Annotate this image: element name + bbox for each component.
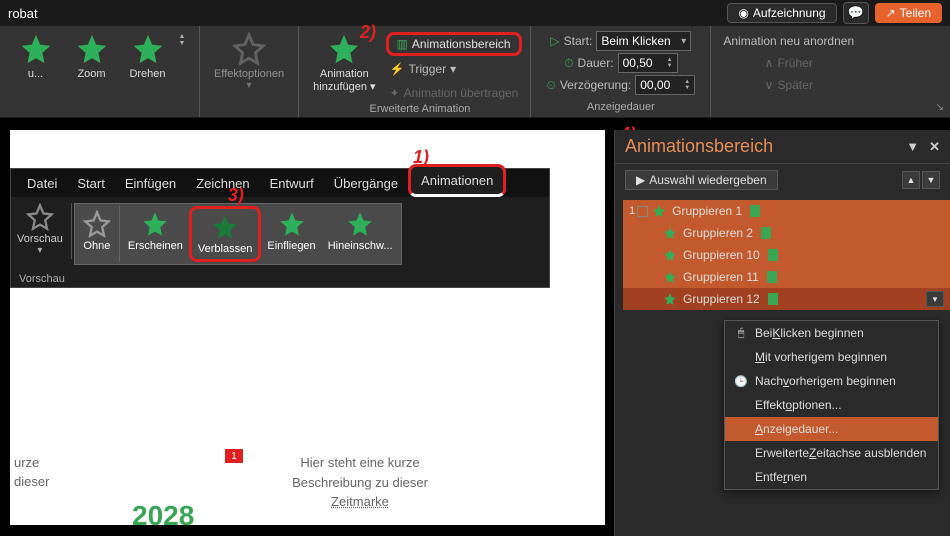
app-title-fragment: robat xyxy=(8,6,38,21)
anim-gallery-item-drehen[interactable]: Drehen xyxy=(123,30,173,82)
anim-gallery-item[interactable]: u... xyxy=(11,30,61,82)
mouse-click-icon: 🖱 xyxy=(733,327,749,340)
comment-button[interactable]: 💬 xyxy=(843,2,869,24)
slide-desc-line: Hier steht eine kurze xyxy=(300,455,419,470)
tab-start[interactable]: Start xyxy=(67,170,114,197)
ctx-effect-options[interactable]: Effektoptionen... xyxy=(725,393,938,417)
marker-3: 3) xyxy=(228,185,244,206)
tab-einfuegen[interactable]: Einfügen xyxy=(115,170,186,197)
slide-text-fragment: urze xyxy=(14,453,39,473)
marker-2: 2) xyxy=(360,22,376,43)
animation-pane-title: Animationsbereich xyxy=(625,136,773,157)
timing-bar xyxy=(750,205,760,217)
pane-close-icon[interactable]: ✕ xyxy=(929,139,940,155)
anim-list-item-selected[interactable]: Gruppieren 12 ▼ xyxy=(623,288,950,310)
pane-menu-icon[interactable]: ▼ xyxy=(906,139,919,155)
item-dropdown-icon[interactable]: ▼ xyxy=(926,291,944,307)
start-select[interactable]: Beim Klicken▾ xyxy=(596,31,691,51)
tab-animationen[interactable]: Animationen xyxy=(408,164,506,197)
move-earlier-button[interactable]: ∧Früher xyxy=(761,52,817,74)
ribbon-animations: u... Zoom Drehen ▲▼ Effektoptionen ▾ Ani… xyxy=(0,26,950,118)
tab-datei[interactable]: Datei xyxy=(17,170,67,197)
move-later-button[interactable]: ∨Später xyxy=(761,74,817,96)
effect-options-button[interactable]: Effektoptionen ▾ xyxy=(208,30,290,93)
ctx-timing[interactable]: Anzeigedauer... xyxy=(725,417,938,441)
slide-desc-line: Beschreibung zu dieser xyxy=(292,475,428,490)
anim-list-item[interactable]: Gruppieren 2 xyxy=(623,222,950,244)
delay-input[interactable]: 00,00▲▼ xyxy=(635,75,695,95)
ctx-hide-timeline[interactable]: Erweiterte Zeitachse ausblenden xyxy=(725,441,938,465)
inset-tabs: Datei Start Einfügen Zeichnen Entwurf Üb… xyxy=(11,169,549,197)
slide-desc-line: Zeitmarke xyxy=(331,494,389,509)
preview-button[interactable]: Vorschau ▾ xyxy=(17,203,63,256)
animation-pane-button[interactable]: ▥Animationsbereich xyxy=(386,32,523,56)
marker-1: 1) xyxy=(413,147,429,168)
gallery-einfliegen[interactable]: Einfliegen xyxy=(261,206,321,262)
tab-entwurf[interactable]: Entwurf xyxy=(260,170,324,197)
animation-context-menu: 🖱Bei Klicken beginnen Mit vorherigem beg… xyxy=(724,320,939,490)
tab-zeichnen[interactable]: Zeichnen xyxy=(186,170,259,197)
share-button[interactable]: ↗Teilen xyxy=(875,3,942,23)
trigger-button[interactable]: ⚡Trigger ▾ xyxy=(386,58,523,80)
dialog-launcher-icon[interactable]: ↘ xyxy=(936,102,944,113)
slide-text-fragment: dieser xyxy=(14,472,49,492)
play-selection-button[interactable]: ▶Auswahl wiedergeben xyxy=(625,170,778,190)
title-bar: robat ◉Aufzeichnung 💬 ↗Teilen xyxy=(0,0,950,26)
ctx-after-previous[interactable]: 🕒Nach vorherigem beginnen xyxy=(725,369,938,393)
ctx-on-click[interactable]: 🖱Bei Klicken beginnen xyxy=(725,321,938,345)
animation-number-badge[interactable]: 1 xyxy=(225,449,243,463)
delay-row: ⏲Verzögerung: 00,00▲▼ xyxy=(542,74,699,96)
start-row: ▷Start: Beim Klicken▾ xyxy=(546,30,695,52)
clock-icon: 🕒 xyxy=(733,375,749,388)
gallery-erscheinen[interactable]: Erscheinen xyxy=(122,206,189,262)
move-down-button[interactable]: ▼ xyxy=(922,171,940,189)
record-button[interactable]: ◉Aufzeichnung xyxy=(727,3,836,23)
reorder-label: Animation neu anordnen xyxy=(719,30,858,52)
duration-row: ⏱Dauer: 00,50▲▼ xyxy=(560,52,681,74)
animation-gallery: Ohne Erscheinen Verblassen Einfliegen xyxy=(74,203,402,265)
animation-list: 1 Gruppieren 1 Gruppieren 2 Gruppieren 1… xyxy=(623,200,950,310)
duration-input[interactable]: 00,50▲▼ xyxy=(618,53,678,73)
gallery-verblassen[interactable]: Verblassen xyxy=(189,206,261,262)
anim-gallery-item-zoom[interactable]: Zoom xyxy=(67,30,117,82)
anim-list-item[interactable]: Gruppieren 11 xyxy=(623,266,950,288)
anim-list-item[interactable]: 1 Gruppieren 1 xyxy=(623,200,950,222)
preview-group-label: Vorschau xyxy=(11,271,549,287)
ctx-remove[interactable]: Entfernen xyxy=(725,465,938,489)
effect-options-group: Effektoptionen ▾ xyxy=(200,26,299,117)
slide-year: 2028 xyxy=(132,500,194,532)
gallery-ohne[interactable]: Ohne xyxy=(77,206,117,262)
animation-painter-button[interactable]: ✦Animation übertragen xyxy=(386,82,523,104)
gallery-expand-icon[interactable]: ▲▼ xyxy=(179,30,189,50)
tab-uebergaenge[interactable]: Übergänge xyxy=(324,170,408,197)
anim-list-item[interactable]: Gruppieren 10 xyxy=(623,244,950,266)
gallery-hineinschweben[interactable]: Hineinschw... xyxy=(322,206,399,262)
trigger-icon xyxy=(637,206,648,217)
inset-ribbon-screenshot: 1) Datei Start Einfügen Zeichnen Entwurf… xyxy=(10,168,550,288)
ctx-with-previous[interactable]: Mit vorherigem beginnen xyxy=(725,345,938,369)
move-up-button[interactable]: ▲ xyxy=(902,171,920,189)
